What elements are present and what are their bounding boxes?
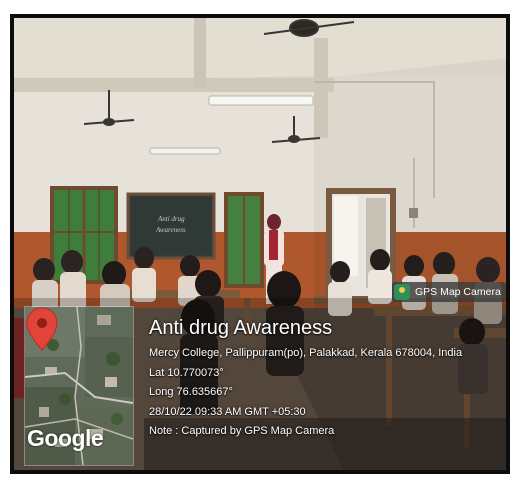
- map-thumbnail[interactable]: Google: [24, 306, 134, 466]
- address-text: Mercy College, Pallippuram(po), Palakkad…: [149, 347, 463, 359]
- google-logo: Google: [27, 425, 104, 451]
- datetime-text: 28/10/22 09:33 AM GMT +05:30: [149, 405, 306, 418]
- blackboard-line-2: Awareness: [155, 226, 186, 234]
- longitude-text: Long 76.635667°: [149, 386, 233, 398]
- note-text: Note : Captured by GPS Map Camera: [149, 425, 335, 437]
- location-info-panel: Anti drug Awareness Mercy College, Palli…: [149, 316, 509, 442]
- map-pin-icon: [26, 307, 58, 351]
- camera-badge-label: GPS Map Camera: [415, 286, 501, 298]
- gps-map-camera-app-icon: [394, 284, 410, 300]
- blackboard-line-1: Anti drug: [157, 215, 185, 223]
- photo-frame: Anti drug Awareness Google GPS Map Camer…: [10, 14, 510, 474]
- latitude-text: Lat 10.770073°: [149, 366, 224, 379]
- event-title: Anti drug Awareness: [149, 317, 333, 339]
- gps-map-camera-badge: GPS Map Camera: [392, 282, 506, 302]
